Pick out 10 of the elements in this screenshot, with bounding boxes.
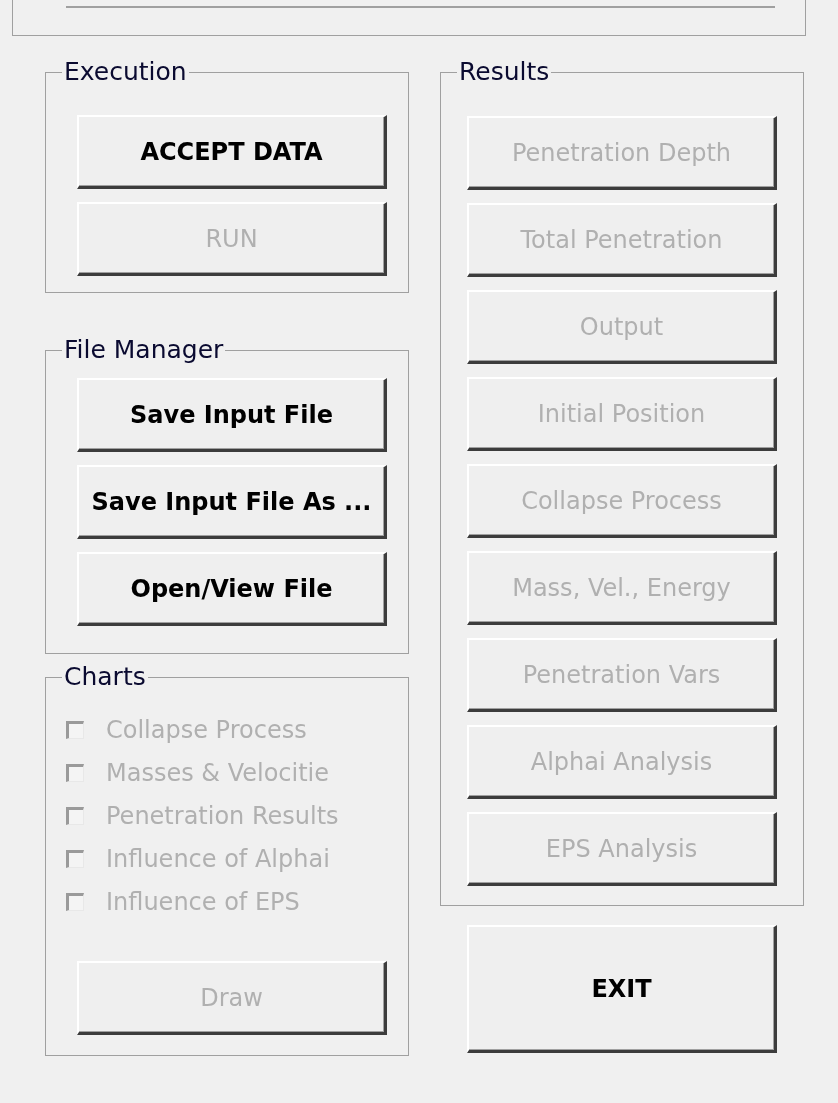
checkbox-label: Influence of EPS <box>106 886 300 918</box>
checkbox-label: Masses & Velocitie <box>106 757 330 789</box>
checkbox-label: Collapse Process <box>106 714 307 746</box>
checkbox-label: Penetration Results <box>106 800 339 832</box>
action-button[interactable]: Open/View File <box>77 552 387 626</box>
exit-button[interactable]: EXIT <box>467 925 777 1053</box>
action-button[interactable]: Save Input File As ... <box>77 465 387 539</box>
action-button[interactable]: ACCEPT DATA <box>77 115 387 189</box>
action-button[interactable]: Save Input File <box>77 378 387 452</box>
checkbox-label: Influence of Alphai <box>106 843 330 875</box>
